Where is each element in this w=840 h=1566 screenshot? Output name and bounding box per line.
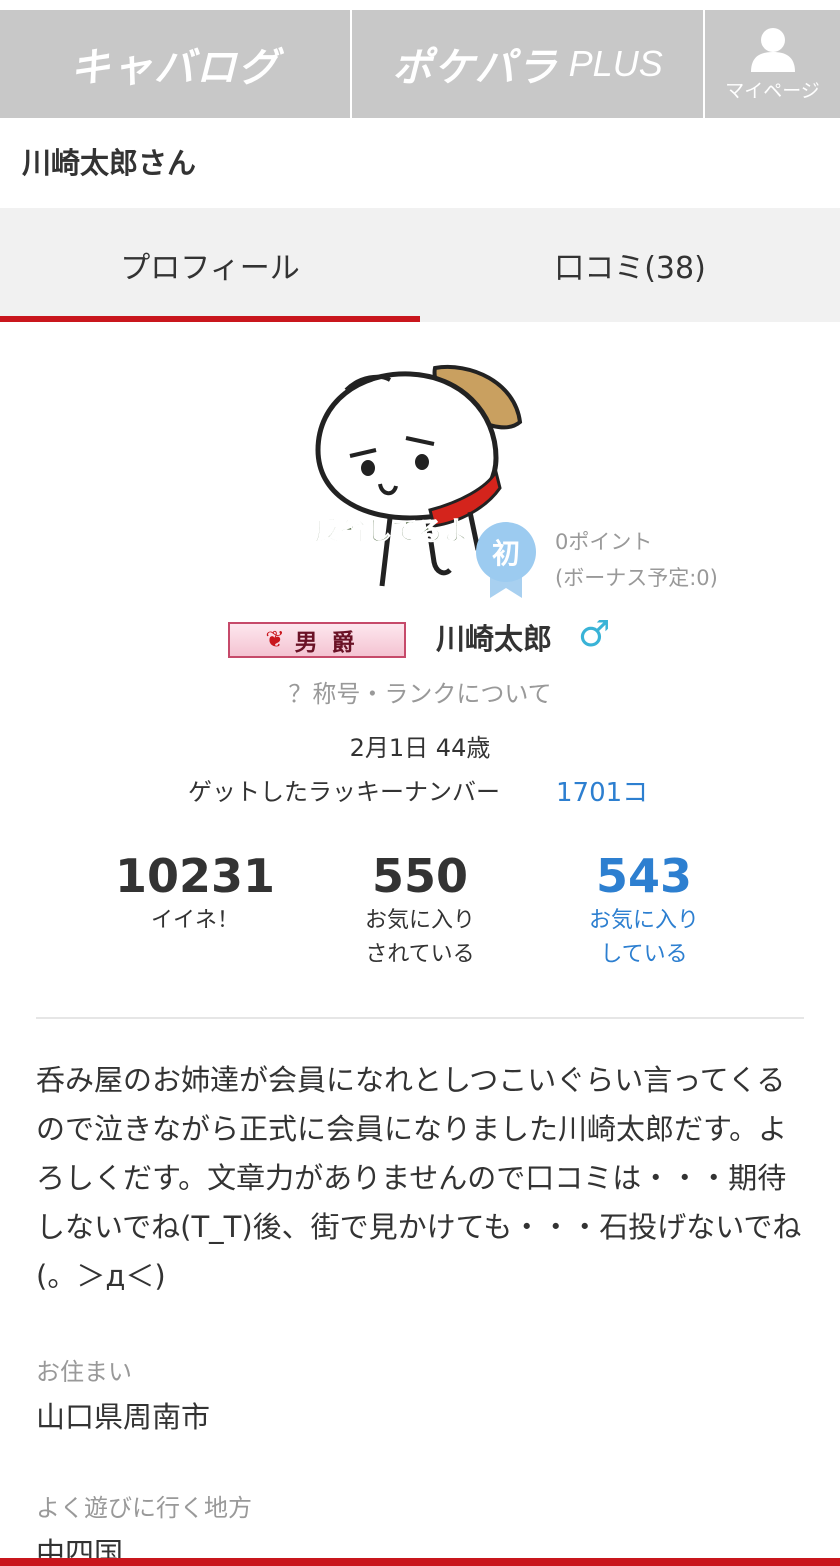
residence-value: 山口県周南市 bbox=[36, 1400, 211, 1434]
tab-reviews[interactable]: 口コミ(38) bbox=[420, 208, 840, 322]
tab-profile[interactable]: プロフィール bbox=[0, 208, 420, 322]
page-title: 川崎太郎さん bbox=[22, 146, 197, 180]
profile-tabs: プロフィール 口コミ(38) bbox=[0, 208, 840, 322]
likes-label: イイネ！ bbox=[150, 908, 239, 933]
rank-title: 男爵 bbox=[294, 630, 369, 656]
mypage-label: マイページ bbox=[725, 79, 820, 102]
mypage-button[interactable]: マイページ bbox=[705, 10, 840, 118]
self-introduction: 呑み屋のお姉達が会員になれとしつこいぐらい言ってくるので泣きながら正式に会員にな… bbox=[36, 1063, 802, 1293]
favorites-label-1: お気に入り bbox=[588, 908, 699, 933]
plus-logo-text: PLUS bbox=[568, 43, 663, 84]
avatar-caption: 反省してるよ bbox=[314, 517, 469, 547]
bonus-points: (ボーナス予定:0) bbox=[555, 566, 718, 590]
male-icon: ♂ bbox=[578, 614, 611, 655]
pokepara-logo: ポケパラ bbox=[392, 45, 559, 91]
favorited-by-label-2: されている bbox=[365, 942, 475, 967]
favorited-by-count: 550 bbox=[371, 849, 469, 903]
favorited-by-label-1: お気に入り bbox=[364, 908, 475, 933]
frequent-area-label: よく遊びに行く地方 bbox=[36, 1494, 252, 1522]
rank-info-link[interactable]: ？称号・ランクについて bbox=[0, 674, 840, 709]
likes-count: 10231 bbox=[114, 849, 276, 903]
lucky-number-link[interactable]: 1701コ bbox=[556, 772, 648, 809]
rank-title-badge: ❦ 男爵 bbox=[228, 622, 406, 658]
first-badge-label: 初 bbox=[492, 537, 520, 570]
residence-label: お住まい bbox=[36, 1358, 132, 1386]
points-value: 0ポイント bbox=[555, 530, 653, 554]
person-icon bbox=[750, 27, 795, 72]
favorites-label-2: している bbox=[600, 942, 688, 967]
first-badge-icon: 初 bbox=[476, 522, 536, 598]
top-nav: キャバログ ポケパラ PLUS マイページ bbox=[0, 0, 840, 118]
bottom-bar bbox=[0, 1558, 840, 1566]
cabalog-logo: キャバログ bbox=[70, 45, 280, 91]
cabalog-logo-link[interactable]: キャバログ bbox=[0, 10, 352, 118]
divider bbox=[36, 1017, 804, 1019]
rank-crest-icon: ❦ bbox=[265, 627, 285, 653]
favorites-count: 543 bbox=[595, 849, 693, 903]
pokepara-plus-logo-link[interactable]: ポケパラ PLUS bbox=[352, 10, 705, 118]
birthday-age: 2月1日 44歳 bbox=[349, 734, 491, 762]
favorites-stat-link[interactable]: 543 お気に入り している bbox=[544, 848, 744, 972]
likes-stat: 10231 イイネ！ bbox=[95, 848, 295, 938]
user-name: 川崎太郎 bbox=[436, 622, 553, 656]
points-info: 0ポイント (ボーナス予定:0) bbox=[555, 524, 718, 596]
lucky-number-label: ゲットしたラッキーナンバー bbox=[188, 778, 500, 806]
favorited-by-stat: 550 お気に入り されている bbox=[320, 848, 520, 972]
